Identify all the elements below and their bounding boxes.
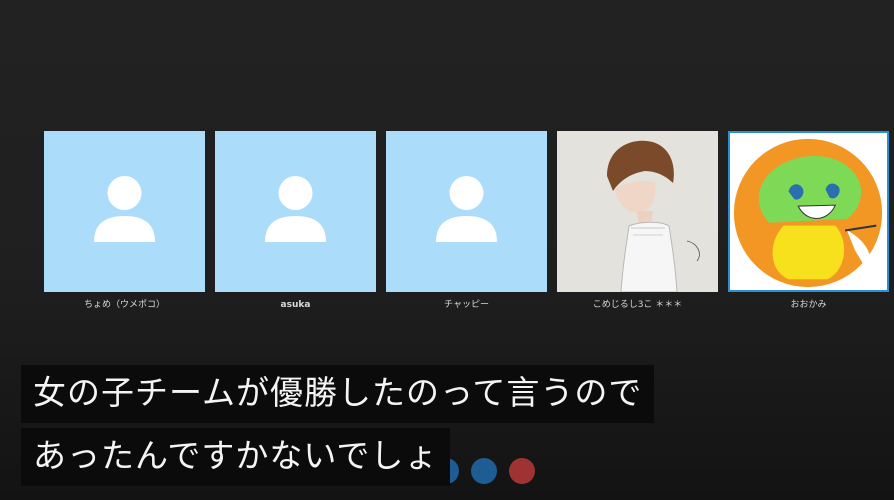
- participant-avatar: [215, 131, 376, 292]
- share-screen-button[interactable]: [471, 458, 497, 484]
- participant-name: チャッピー: [444, 300, 489, 310]
- person-icon: [265, 176, 326, 242]
- participant-tile[interactable]: ちょめ（ウメポコ）: [44, 131, 205, 311]
- person-icon: [436, 176, 497, 242]
- character-illustration-icon: [730, 133, 887, 290]
- subtitle-line-2: あったんですかないでしょ: [21, 428, 451, 486]
- participant-tile[interactable]: こめじるし3こ ＊＊＊: [557, 131, 718, 311]
- participant-avatar: [557, 131, 718, 292]
- call-window: ちょめ（ウメポコ） asuka チャッピー こめじるし3こ ＊＊＊ おおかみ 女…: [0, 0, 894, 500]
- participant-name: ちょめ（ウメポコ）: [83, 300, 165, 310]
- portrait-illustration-icon: [557, 131, 718, 292]
- participant-tile[interactable]: asuka: [215, 131, 376, 311]
- participant-tile-active[interactable]: おおかみ: [728, 131, 889, 311]
- participant-name: こめじるし3こ ＊＊＊: [592, 300, 683, 310]
- participant-tile[interactable]: チャッピー: [386, 131, 547, 311]
- participant-grid: ちょめ（ウメポコ） asuka チャッピー こめじるし3こ ＊＊＊ おおかみ: [44, 131, 889, 311]
- participant-name: asuka: [280, 300, 311, 310]
- person-icon: [94, 176, 155, 242]
- participant-avatar: [386, 131, 547, 292]
- participant-name: おおかみ: [790, 300, 827, 310]
- subtitle-line-1: 女の子チームが優勝したのって言うので: [21, 365, 655, 423]
- end-call-button[interactable]: [509, 458, 535, 484]
- participant-avatar: [728, 131, 889, 292]
- participant-avatar: [44, 131, 205, 292]
